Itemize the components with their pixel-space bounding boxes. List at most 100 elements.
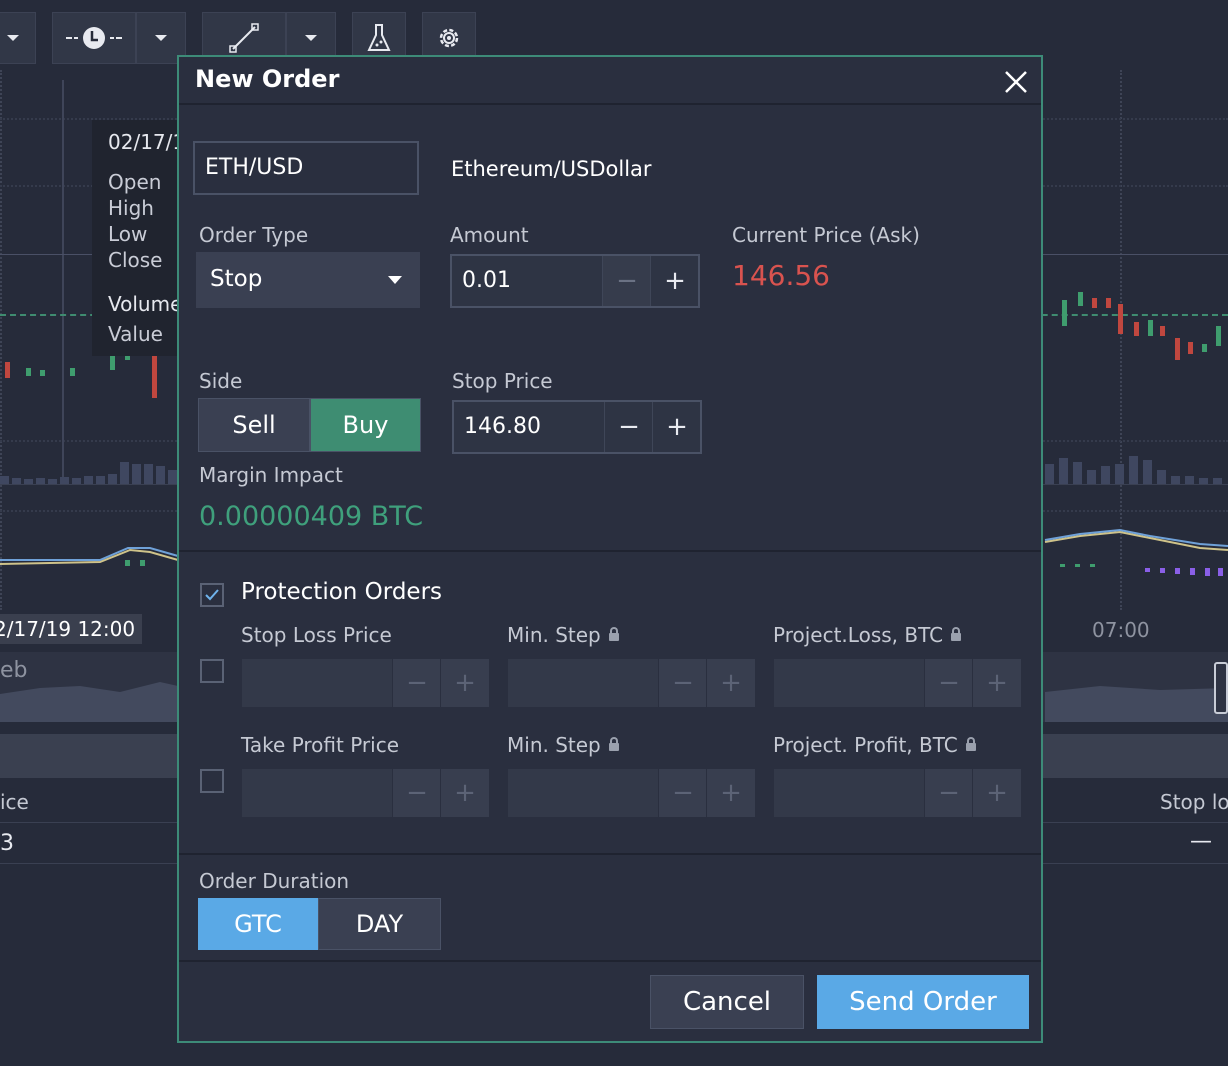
order-type-select[interactable]: Stop [196, 252, 420, 308]
chevron-down-icon [388, 276, 402, 284]
projected-loss-decrement-button[interactable]: − [924, 659, 973, 707]
lock-icon [951, 627, 962, 641]
candle [1202, 344, 1207, 352]
tooltip-volume-label: Volume [108, 292, 183, 316]
side-sell-button[interactable]: Sell [198, 398, 310, 452]
tooltip-low-label: Low [108, 222, 148, 246]
stop-loss-min-step-label: Min. Step [507, 623, 619, 647]
navigator-month-label: eb [0, 658, 28, 683]
duration-gtc-button[interactable]: GTC [198, 898, 318, 950]
candle [1092, 298, 1097, 308]
chevron-down-icon [7, 35, 19, 41]
candle [1106, 298, 1111, 308]
current-price-value: 146.56 [732, 259, 830, 292]
amount-decrement-button[interactable]: − [602, 256, 651, 306]
amount-increment-button[interactable]: + [650, 256, 699, 306]
projected-loss-stepper: − + [774, 659, 1021, 707]
side-buy-button[interactable]: Buy [310, 398, 421, 452]
duration-day-button[interactable]: DAY [318, 898, 441, 950]
take-profit-min-step-increment-button[interactable]: + [706, 769, 755, 817]
take-profit-increment-button[interactable]: + [440, 769, 489, 817]
projected-profit-increment-button[interactable]: + [972, 769, 1021, 817]
gear-icon [439, 28, 459, 48]
stop-loss-min-step-stepper: − + [508, 659, 755, 707]
section-divider [179, 550, 1041, 552]
tooltip-close-label: Close [108, 248, 163, 272]
take-profit-min-step-stepper: − + [508, 769, 755, 817]
symbol-value: ETH/USD [205, 155, 304, 180]
protection-orders-checkbox[interactable] [200, 583, 224, 607]
stop-price-increment-button[interactable]: + [652, 402, 701, 452]
stop-loss-min-step-increment-button[interactable]: + [706, 659, 755, 707]
candle [5, 362, 10, 378]
tooltip-date: 02/17/1 [108, 130, 186, 154]
candle [1216, 326, 1221, 346]
candle [152, 352, 157, 398]
lock-icon [608, 737, 619, 751]
order-type-label: Order Type [199, 223, 309, 247]
candle [1062, 300, 1067, 326]
side-label: Side [199, 369, 243, 393]
send-order-button[interactable]: Send Order [817, 975, 1029, 1029]
clock-icon [66, 27, 122, 49]
symbol-description: Ethereum/USDollar [451, 157, 652, 181]
projected-loss-increment-button[interactable]: + [972, 659, 1021, 707]
lock-icon [608, 627, 619, 641]
chevron-down-icon [155, 35, 167, 41]
crosshair-vertical [62, 80, 64, 480]
interval-button[interactable] [52, 12, 136, 64]
order-type-value: Stop [210, 266, 263, 292]
candle [40, 370, 45, 376]
candle [1175, 338, 1180, 360]
dialog-title: New Order [195, 65, 340, 93]
stop-price-input[interactable]: 146.80 [464, 414, 541, 439]
crosshair-date-label: 2/17/19 12:00 [0, 614, 142, 644]
candle [26, 368, 31, 376]
lock-icon [965, 737, 976, 751]
close-icon [1005, 71, 1027, 93]
chevron-down-icon [305, 35, 317, 41]
candle [70, 368, 75, 376]
candle [1118, 304, 1123, 334]
take-profit-checkbox[interactable] [200, 769, 224, 793]
amount-input[interactable]: 0.01 [462, 268, 511, 293]
take-profit-decrement-button[interactable]: − [392, 769, 441, 817]
margin-impact-label: Margin Impact [199, 463, 343, 487]
table-cell-price: 3 [0, 831, 14, 856]
stop-loss-increment-button[interactable]: + [440, 659, 489, 707]
take-profit-label: Take Profit Price [241, 733, 400, 757]
header-divider [179, 103, 1041, 105]
order-duration-label: Order Duration [199, 869, 350, 893]
close-button[interactable] [1001, 67, 1031, 97]
candle [1160, 326, 1165, 336]
section-divider [179, 853, 1041, 855]
stop-loss-min-step-decrement-button[interactable]: − [658, 659, 707, 707]
symbol-input[interactable]: ETH/USD [193, 141, 419, 195]
take-profit-min-step-decrement-button[interactable]: − [658, 769, 707, 817]
candle [1148, 320, 1153, 336]
cancel-button[interactable]: Cancel [650, 975, 804, 1029]
candle [1134, 322, 1139, 336]
margin-impact-value: 0.00000409 BTC [199, 501, 424, 532]
table-cell-stop-loss: — [1190, 829, 1212, 854]
volume-area-left [0, 440, 180, 484]
stop-price-decrement-button[interactable]: − [604, 402, 653, 452]
protection-orders-label: Protection Orders [241, 579, 443, 605]
projected-profit-label: Project. Profit, BTC [773, 733, 976, 757]
toolbar-dropdown-button[interactable] [0, 12, 36, 64]
new-order-dialog: New Order ETH/USD Ethereum/USDollar Orde… [177, 55, 1043, 1043]
stop-loss-label: Stop Loss Price [241, 623, 392, 647]
table-header-price: ice [0, 790, 29, 814]
stop-loss-stepper: − + [242, 659, 489, 707]
navigator-handle[interactable] [1214, 662, 1228, 714]
amount-stepper: 0.01 − + [450, 254, 700, 308]
take-profit-min-step-label: Min. Step [507, 733, 619, 757]
stop-loss-decrement-button[interactable]: − [392, 659, 441, 707]
candle [1078, 292, 1083, 306]
projected-profit-decrement-button[interactable]: − [924, 769, 973, 817]
stop-loss-checkbox[interactable] [200, 659, 224, 683]
stop-price-label: Stop Price [452, 369, 553, 393]
volume-area-right [1045, 440, 1228, 484]
check-icon [205, 589, 219, 601]
tooltip-open-label: Open [108, 170, 162, 194]
